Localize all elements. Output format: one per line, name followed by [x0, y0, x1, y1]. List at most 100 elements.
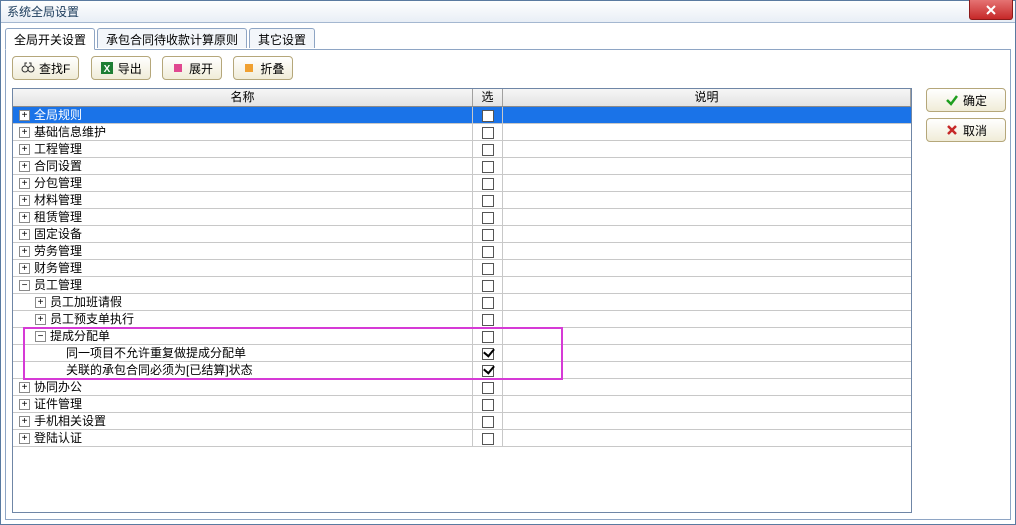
- row-label: 财务管理: [34, 260, 82, 276]
- binoculars-icon: [21, 61, 35, 75]
- row-checkbox[interactable]: [482, 246, 494, 258]
- expand-node-icon[interactable]: +: [19, 263, 30, 274]
- expand-node-icon[interactable]: +: [19, 127, 30, 138]
- grid-header-desc: 说明: [503, 89, 911, 106]
- collapse-label: 折叠: [260, 60, 284, 77]
- row-checkbox[interactable]: [482, 399, 494, 411]
- export-button[interactable]: X 导出: [91, 56, 151, 80]
- cancel-icon: [945, 123, 959, 137]
- table-row[interactable]: + 固定设备: [13, 226, 911, 243]
- ok-button[interactable]: 确定: [926, 88, 1006, 112]
- row-checkbox[interactable]: [482, 127, 494, 139]
- grid-header: 名称 选 说明: [13, 89, 911, 107]
- expand-node-icon[interactable]: +: [19, 382, 30, 393]
- table-row[interactable]: + 手机相关设置: [13, 413, 911, 430]
- table-row[interactable]: +员工加班请假: [13, 294, 911, 311]
- table-row[interactable]: −员工管理: [13, 277, 911, 294]
- settings-grid[interactable]: 名称 选 说明 +全局规则+基础信息维护+工程管理+合同设置+分包管理+材料管理…: [12, 88, 912, 513]
- expand-icon: [171, 61, 185, 75]
- table-row[interactable]: + 劳务管理: [13, 243, 911, 260]
- titlebar: 系统全局设置: [1, 1, 1015, 23]
- row-label: 提成分配单: [50, 328, 110, 344]
- table-row[interactable]: +全局规则: [13, 107, 911, 124]
- cancel-label: 取消: [963, 122, 987, 139]
- collapse-icon: [242, 61, 256, 75]
- expand-node-icon[interactable]: +: [19, 212, 30, 223]
- expand-node-icon[interactable]: +: [19, 399, 30, 410]
- dialog-buttons: 确定 取消: [926, 88, 1006, 148]
- ok-label: 确定: [963, 92, 987, 109]
- collapse-button[interactable]: 折叠: [233, 56, 293, 80]
- row-checkbox[interactable]: [482, 229, 494, 241]
- row-label: 关联的承包合同必须为[已结算]状态: [66, 362, 253, 378]
- row-checkbox[interactable]: [482, 382, 494, 394]
- expand-node-icon[interactable]: +: [19, 144, 30, 155]
- row-label: 固定设备: [34, 226, 82, 242]
- row-checkbox[interactable]: [482, 161, 494, 173]
- table-row[interactable]: 同一项目不允许重复做提成分配单: [13, 345, 911, 362]
- expand-node-icon[interactable]: +: [19, 246, 30, 257]
- table-row[interactable]: +基础信息维护: [13, 124, 911, 141]
- expand-node-icon[interactable]: +: [35, 314, 46, 325]
- row-checkbox[interactable]: [482, 331, 494, 343]
- excel-icon: X: [100, 61, 114, 75]
- window: 系统全局设置 全局开关设置承包合同待收款计算原则其它设置 查找F X 导出: [0, 0, 1016, 525]
- close-button[interactable]: [969, 0, 1013, 20]
- expand-node-icon[interactable]: +: [19, 229, 30, 240]
- client-area: 全局开关设置承包合同待收款计算原则其它设置 查找F X 导出: [5, 28, 1011, 520]
- table-row[interactable]: +分包管理: [13, 175, 911, 192]
- collapse-node-icon[interactable]: −: [19, 280, 30, 291]
- row-checkbox[interactable]: [482, 314, 494, 326]
- row-checkbox[interactable]: [482, 365, 494, 377]
- table-row[interactable]: +协同办公: [13, 379, 911, 396]
- export-label: 导出: [118, 60, 142, 77]
- search-label: 查找F: [39, 60, 70, 77]
- expand-node-icon[interactable]: +: [19, 178, 30, 189]
- row-checkbox[interactable]: [482, 178, 494, 190]
- collapse-node-icon[interactable]: −: [35, 331, 46, 342]
- expand-label: 展开: [189, 60, 213, 77]
- expand-node-icon[interactable]: +: [19, 416, 30, 427]
- row-checkbox[interactable]: [482, 212, 494, 224]
- table-row[interactable]: + 租赁管理: [13, 209, 911, 226]
- table-row[interactable]: +材料管理: [13, 192, 911, 209]
- row-checkbox[interactable]: [482, 297, 494, 309]
- row-checkbox[interactable]: [482, 280, 494, 292]
- table-row[interactable]: +工程管理: [13, 141, 911, 158]
- row-checkbox[interactable]: [482, 144, 494, 156]
- cancel-button[interactable]: 取消: [926, 118, 1006, 142]
- window-title: 系统全局设置: [7, 3, 79, 20]
- expand-node-icon[interactable]: +: [19, 195, 30, 206]
- tab-0[interactable]: 全局开关设置: [5, 28, 95, 50]
- table-row[interactable]: +证件管理: [13, 396, 911, 413]
- row-checkbox[interactable]: [482, 348, 494, 360]
- table-row[interactable]: −提成分配单: [13, 328, 911, 345]
- close-icon: [986, 5, 996, 15]
- expand-node-icon[interactable]: +: [19, 110, 30, 121]
- expand-node-icon[interactable]: +: [35, 297, 46, 308]
- row-checkbox[interactable]: [482, 416, 494, 428]
- expand-button[interactable]: 展开: [162, 56, 222, 80]
- row-label: 劳务管理: [34, 243, 82, 259]
- table-row[interactable]: 关联的承包合同必须为[已结算]状态: [13, 362, 911, 379]
- grid-header-name: 名称: [13, 89, 473, 106]
- expand-node-icon[interactable]: +: [19, 433, 30, 444]
- row-label: 员工预支单执行: [50, 311, 134, 327]
- table-row[interactable]: + 财务管理: [13, 260, 911, 277]
- table-row[interactable]: + 登陆认证: [13, 430, 911, 447]
- row-label: 登陆认证: [34, 430, 82, 446]
- table-row[interactable]: +合同设置: [13, 158, 911, 175]
- table-row[interactable]: + 员工预支单执行: [13, 311, 911, 328]
- row-label: 手机相关设置: [34, 413, 106, 429]
- check-icon: [945, 93, 959, 107]
- tab-2[interactable]: 其它设置: [249, 28, 315, 48]
- tab-1[interactable]: 承包合同待收款计算原则: [97, 28, 247, 48]
- row-checkbox[interactable]: [482, 195, 494, 207]
- expand-node-icon[interactable]: +: [19, 161, 30, 172]
- row-checkbox[interactable]: [482, 110, 494, 122]
- row-label: 租赁管理: [34, 209, 82, 225]
- grid-header-select: 选: [473, 89, 503, 106]
- row-checkbox[interactable]: [482, 433, 494, 445]
- row-checkbox[interactable]: [482, 263, 494, 275]
- search-button[interactable]: 查找F: [12, 56, 79, 80]
